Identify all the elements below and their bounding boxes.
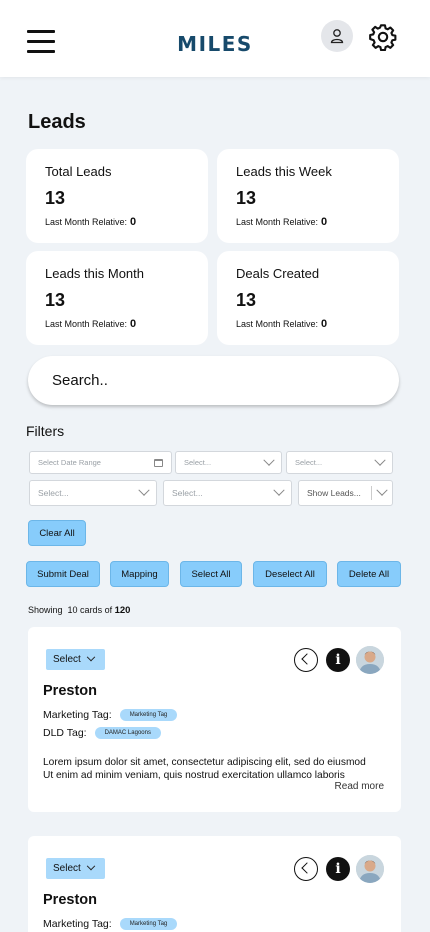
- gear-icon[interactable]: [369, 23, 397, 51]
- stat-value: 13: [236, 290, 257, 310]
- filter-select-2[interactable]: Select...: [286, 451, 393, 474]
- lead-description: Lorem ipsum dolor sit amet, consectetur …: [43, 757, 366, 781]
- marketing-tag-pill: Marketing Tag: [119, 918, 178, 930]
- stat-sub: Last Month Relative: 0: [45, 216, 137, 228]
- dld-tag-pill: DAMAC Lagoons: [94, 727, 161, 739]
- stat-sub: Last Month Relative: 0: [236, 216, 328, 228]
- lead-card[interactable]: Select i Preston Marketing Tag: Marketin…: [28, 836, 401, 932]
- lead-name: Preston: [43, 683, 97, 699]
- back-arrow-icon[interactable]: [294, 857, 318, 881]
- avatar: [356, 646, 384, 674]
- stat-label: Leads this Week: [236, 164, 332, 179]
- stat-value: 13: [236, 188, 257, 208]
- stat-label: Leads this Month: [45, 266, 145, 281]
- filter-select-1[interactable]: Select...: [175, 451, 282, 474]
- stat-label: Deals Created: [236, 266, 320, 281]
- dld-tag-row: DLD Tag: DAMAC Lagoons: [43, 727, 161, 739]
- mapping-button[interactable]: Mapping: [110, 561, 169, 587]
- avatar: [356, 855, 384, 883]
- delete-all-button[interactable]: Delete All: [337, 561, 401, 587]
- stat-card-total-leads: Total Leads 13 Last Month Relative: 0: [26, 149, 208, 243]
- chevron-down-icon: [263, 454, 275, 466]
- chevron-down-icon: [374, 454, 386, 466]
- app-header: MILES: [0, 0, 430, 77]
- app-logo: MILES: [177, 32, 253, 56]
- lead-select-dropdown[interactable]: Select: [46, 858, 105, 879]
- filters-label: Filters: [26, 423, 65, 439]
- chevron-down-icon: [376, 484, 388, 496]
- stat-sub: Last Month Relative: 0: [45, 318, 137, 330]
- stat-value: 13: [45, 188, 66, 208]
- chevron-down-icon: [86, 861, 96, 870]
- date-range-select[interactable]: Select Date Range: [29, 451, 172, 474]
- read-more-link[interactable]: Read more: [335, 781, 384, 792]
- stat-sub: Last Month Relative: 0: [236, 318, 328, 330]
- filter-select-3[interactable]: Select...: [29, 480, 157, 506]
- user-profile-button[interactable]: [321, 20, 353, 52]
- show-leads-select[interactable]: Show Leads...: [298, 480, 393, 506]
- showing-count: Showing 10 cards of 120: [28, 605, 131, 616]
- lead-card[interactable]: Select i Preston Marketing Tag: Marketin…: [28, 627, 401, 812]
- stat-label: Total Leads: [45, 164, 112, 179]
- chevron-down-icon: [138, 484, 150, 496]
- filter-select-4[interactable]: Select...: [163, 480, 292, 506]
- back-arrow-icon[interactable]: [294, 648, 318, 672]
- clear-all-button[interactable]: Clear All: [28, 520, 86, 546]
- lead-name: Preston: [43, 892, 97, 908]
- stat-value: 13: [45, 290, 66, 310]
- marketing-tag-pill: Marketing Tag: [119, 709, 178, 721]
- chevron-down-icon: [86, 652, 96, 661]
- deselect-all-button[interactable]: Deselect All: [253, 561, 327, 587]
- info-icon[interactable]: i: [326, 648, 350, 672]
- search-input[interactable]: [28, 356, 399, 405]
- marketing-tag-row: Marketing Tag: Marketing Tag: [43, 918, 178, 930]
- stat-card-leads-this-month: Leads this Month 13 Last Month Relative:…: [26, 251, 208, 345]
- lead-select-dropdown[interactable]: Select: [46, 649, 105, 670]
- calendar-icon: [154, 458, 163, 467]
- stat-card-leads-this-week: Leads this Week 13 Last Month Relative: 0: [217, 149, 399, 243]
- chevron-down-icon: [273, 484, 285, 496]
- page-title: Leads: [28, 111, 86, 133]
- stat-card-deals-created: Deals Created 13 Last Month Relative: 0: [217, 251, 399, 345]
- marketing-tag-row: Marketing Tag: Marketing Tag: [43, 709, 178, 721]
- submit-deal-button[interactable]: Submit Deal: [26, 561, 100, 587]
- user-icon: [330, 29, 344, 44]
- info-icon[interactable]: i: [326, 857, 350, 881]
- select-all-button[interactable]: Select All: [180, 561, 242, 587]
